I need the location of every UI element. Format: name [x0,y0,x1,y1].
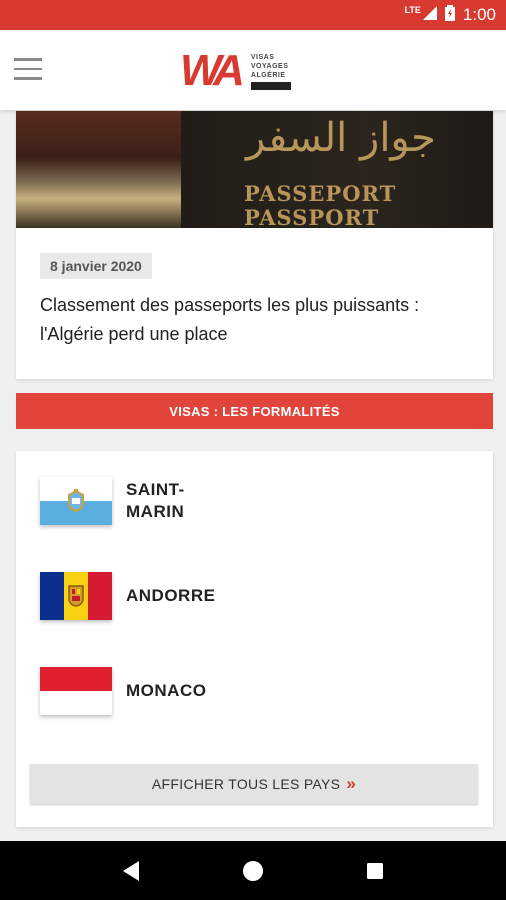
app-bar: WA VISAS VOYAGES ALGÉRIE [0,30,506,110]
menu-button[interactable] [14,58,42,82]
show-all-countries-button[interactable]: AFFICHER TOUS LES PAYS » [30,764,478,804]
recents-square-icon [367,862,383,879]
logo-mark: WA [180,46,245,95]
andorra-flag-icon [40,572,112,620]
section-banner: VISAS : LES FORMALITÉS [16,393,493,429]
android-nav-bar [0,841,506,900]
hamburger-icon-line [14,67,42,70]
home-circle-icon [243,860,263,881]
logo-line-3: ALGÉRIE [250,71,286,79]
news-image[interactable]: جواز السفر PASSEPORT PASSPORT [16,111,493,228]
country-name: MONACO [126,681,207,700]
country-item-andorre[interactable]: ANDORRE [40,566,340,626]
home-button[interactable] [233,851,273,891]
back-button[interactable] [111,851,151,891]
news-title[interactable]: Classement des passeports les plus puiss… [40,291,469,349]
app-logo[interactable]: WA VISAS VOYAGES ALGÉRIE [180,46,320,96]
passport-text-1: PASSEPORT [244,181,397,206]
san-marino-flag-icon [40,477,112,525]
country-item-saint-marin[interactable]: SAINT-MARIN [40,471,340,531]
clock: 1:00 [462,5,496,24]
news-date-badge: 8 janvier 2020 [40,253,152,279]
battery-icon [444,4,455,26]
country-item-monaco[interactable]: MONACO [40,661,340,721]
network-type: LTE [404,5,421,15]
news-card[interactable]: جواز السفر PASSEPORT PASSPORT 8 janvier … [16,111,493,379]
logo-bar [250,81,291,90]
monaco-flag-icon [40,667,112,715]
logo-line-1: VISAS [250,53,275,61]
countries-card: SAINT-MARIN ANDORRE MONACO AFFICHER TOUS… [16,451,493,827]
recents-button[interactable] [355,851,395,891]
status-bar: LTE 1:00 [0,0,506,30]
country-name: ANDORRE [126,586,216,605]
hamburger-icon-line [14,77,42,80]
logo-text: VISAS VOYAGES ALGÉRIE [250,53,291,90]
passport-text-2: PASSPORT [244,205,380,228]
passport-arabic-text: جواز السفر [246,115,436,161]
hamburger-icon-line [14,58,42,61]
back-triangle-icon [123,860,139,881]
signal-icon [422,5,437,25]
news-image-left [16,111,181,228]
show-all-label: AFFICHER TOUS LES PAYS [151,776,341,792]
country-name: SAINT-MARIN [126,480,185,521]
logo-line-2: VOYAGES [250,62,289,70]
double-chevron-right-icon: » [346,774,357,793]
